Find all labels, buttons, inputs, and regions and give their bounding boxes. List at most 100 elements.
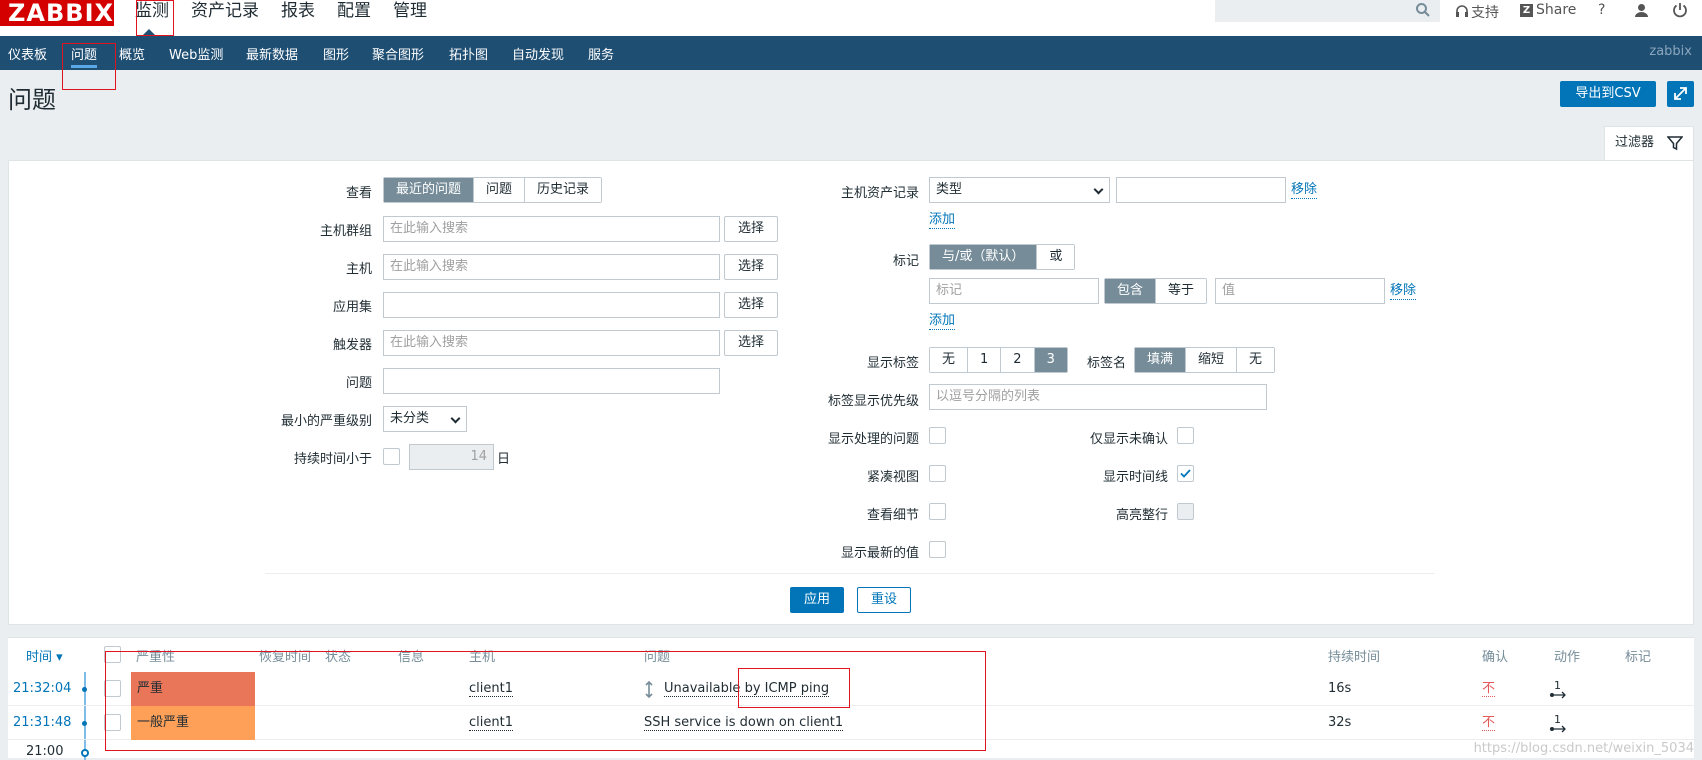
age-days-input[interactable]: 14: [409, 444, 494, 470]
apply-button[interactable]: 应用: [790, 587, 844, 613]
trigger-select-button[interactable]: 选择: [724, 330, 778, 356]
show-latest-checkbox[interactable]: [929, 541, 946, 558]
inventory-value-input[interactable]: [1116, 177, 1286, 203]
actions-link[interactable]: 1: [1554, 669, 1561, 703]
tag-op-contains[interactable]: 包含: [1105, 279, 1156, 303]
show-tags-2[interactable]: 2: [1001, 348, 1034, 372]
global-search-input[interactable]: [1215, 0, 1440, 22]
host-link[interactable]: client1: [469, 681, 513, 697]
show-timeline-checkbox[interactable]: [1177, 465, 1194, 482]
share-link[interactable]: Z Share: [1520, 2, 1576, 18]
show-tags-none[interactable]: 无: [930, 348, 968, 372]
subnav-problems[interactable]: 问题: [71, 44, 97, 63]
tag-name-none[interactable]: 无: [1237, 348, 1274, 372]
compact-view-checkbox[interactable]: [929, 465, 946, 482]
filter-icon: [1667, 135, 1683, 151]
duration-value: 16s: [1328, 672, 1351, 706]
actions-link[interactable]: 1: [1554, 703, 1561, 737]
col-host[interactable]: 主机: [469, 646, 495, 665]
subnav-screens[interactable]: 聚合图形: [372, 44, 424, 63]
col-ack: 确认: [1482, 646, 1508, 665]
view-history[interactable]: 历史记录: [525, 178, 601, 202]
col-info: 信息: [398, 646, 424, 665]
tag-priority-input[interactable]: 以逗号分隔的列表: [929, 384, 1267, 410]
subnav-graphs[interactable]: 图形: [323, 44, 349, 63]
tags-eval-or[interactable]: 或: [1037, 245, 1074, 269]
inventory-field-dropdown[interactable]: 类型: [929, 177, 1110, 203]
view-problems[interactable]: 问题: [474, 178, 525, 202]
highlight-row-checkbox[interactable]: [1177, 503, 1194, 520]
host-select-button[interactable]: 选择: [724, 254, 778, 280]
highlight-row-label: 高亮整行: [1080, 504, 1168, 523]
show-tags-3[interactable]: 3: [1035, 348, 1067, 372]
problem-link[interactable]: Unavailable by ICMP ping: [664, 681, 829, 697]
subnav-overview[interactable]: 概览: [119, 44, 145, 63]
subnav-maps[interactable]: 拓扑图: [449, 44, 488, 63]
export-csv-button[interactable]: 导出到CSV: [1560, 81, 1656, 107]
problem-input[interactable]: [383, 368, 720, 394]
min-severity-dropdown[interactable]: 未分类: [383, 406, 467, 432]
show-latest-label: 显示最新的值: [800, 542, 919, 561]
show-tags-1[interactable]: 1: [968, 348, 1001, 372]
host-link[interactable]: client1: [469, 715, 513, 731]
problem-link[interactable]: SSH service is down on client1: [644, 715, 843, 731]
menu-administration[interactable]: 管理: [393, 0, 427, 22]
col-time[interactable]: 时间 ▾: [26, 646, 63, 665]
select-all-checkbox[interactable]: [104, 646, 121, 663]
row-checkbox[interactable]: [104, 714, 121, 731]
menu-monitoring[interactable]: 监测: [135, 0, 169, 22]
subnav-dashboard[interactable]: 仪表板: [8, 44, 47, 63]
application-select-button[interactable]: 选择: [724, 292, 778, 318]
filter-tab[interactable]: 过滤器: [1604, 126, 1694, 160]
fullscreen-button[interactable]: [1667, 81, 1694, 107]
tags-eval-and-or[interactable]: 与/或（默认）: [930, 245, 1037, 269]
age-checkbox[interactable]: [383, 448, 400, 465]
problem-time[interactable]: 21:32:04: [13, 672, 71, 706]
unack-only-checkbox[interactable]: [1177, 427, 1194, 444]
help-icon[interactable]: ?: [1598, 2, 1605, 18]
subnav-discovery[interactable]: 自动发现: [512, 44, 564, 63]
application-input[interactable]: [383, 292, 720, 318]
host-input[interactable]: 在此输入搜索: [383, 254, 720, 280]
user-profile-icon[interactable]: [1634, 3, 1649, 18]
col-severity[interactable]: 严重性: [136, 646, 175, 665]
ack-link[interactable]: 不: [1482, 681, 1495, 697]
inventory-remove-link[interactable]: 移除: [1291, 182, 1317, 199]
inventory-add-link[interactable]: 添加: [929, 212, 955, 229]
tag-remove-link[interactable]: 移除: [1390, 283, 1416, 300]
tag-value-input[interactable]: 值: [1215, 278, 1385, 304]
logout-icon[interactable]: [1672, 2, 1688, 18]
subnav-latest-data[interactable]: 最新数据: [246, 44, 298, 63]
fullscreen-icon: [1667, 81, 1694, 107]
row-checkbox[interactable]: [104, 680, 121, 697]
zabbix-logo[interactable]: ZABBIX: [0, 0, 114, 26]
hostgroup-select-button[interactable]: 选择: [724, 216, 778, 242]
ack-link[interactable]: 不: [1482, 715, 1495, 731]
tag-name-short[interactable]: 缩短: [1186, 348, 1237, 372]
tag-priority-label: 标签显示优先级: [800, 390, 919, 409]
timeline-mark: 21:00: [26, 744, 63, 759]
support-link[interactable]: 支持: [1455, 2, 1499, 22]
show-details-checkbox[interactable]: [929, 503, 946, 520]
reset-button[interactable]: 重设: [857, 587, 911, 613]
tag-name-full[interactable]: 填满: [1135, 348, 1186, 372]
support-label: 支持: [1471, 2, 1499, 22]
tag-op-equals[interactable]: 等于: [1156, 279, 1206, 303]
menu-reports[interactable]: 报表: [281, 0, 315, 22]
col-problem[interactable]: 问题: [644, 646, 670, 665]
problem-time[interactable]: 21:31:48: [13, 706, 71, 740]
chevron-down-icon: [1094, 185, 1104, 195]
search-icon[interactable]: [1415, 2, 1431, 18]
trigger-input[interactable]: 在此输入搜索: [383, 330, 720, 356]
subnav-services[interactable]: 服务: [588, 44, 614, 63]
subnav-web[interactable]: Web监测: [169, 44, 223, 63]
tag-name-input[interactable]: 标记: [929, 278, 1099, 304]
view-recent-problems[interactable]: 最近的问题: [384, 178, 474, 202]
menu-inventory[interactable]: 资产记录: [191, 0, 259, 22]
problems-table: 时间 ▾ 严重性 恢复时间 状态 信息 主机 问题 持续时间 确认 动作 标记 …: [8, 637, 1694, 758]
tag-add-link[interactable]: 添加: [929, 313, 955, 330]
show-tags-label: 显示标签: [830, 352, 919, 371]
hostgroup-input[interactable]: 在此输入搜索: [383, 216, 720, 242]
menu-configuration[interactable]: 配置: [337, 0, 371, 22]
show-suppressed-checkbox[interactable]: [929, 427, 946, 444]
